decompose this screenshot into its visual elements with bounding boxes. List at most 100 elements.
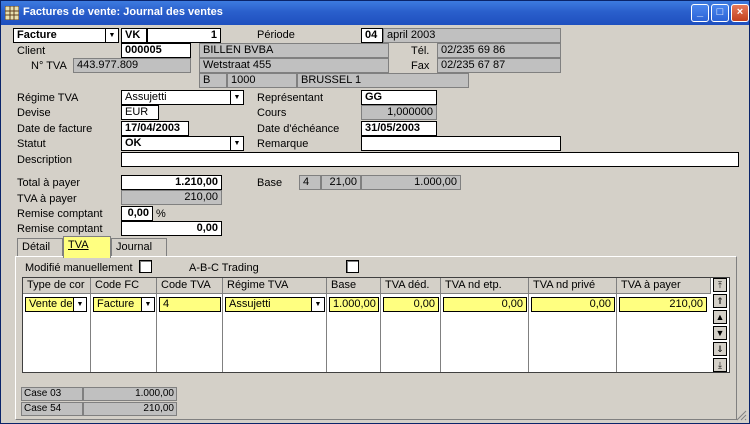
col-tva-payer: TVA à payer (617, 278, 711, 294)
grid-divider (380, 294, 381, 372)
chevron-down-icon[interactable]: ▼ (141, 298, 154, 311)
col-code-fc: Code FC (91, 278, 157, 294)
statut-select[interactable]: OK ▼ (121, 136, 244, 151)
echeance-field[interactable]: 31/05/2003 (361, 121, 437, 136)
fax-field: 02/235 67 87 (437, 58, 561, 73)
remise-pct-field[interactable]: 0,00 (121, 206, 153, 221)
modifie-checkbox[interactable] (139, 260, 152, 273)
base-rate-field: 21,00 (321, 175, 361, 190)
tel-label: Tél. (411, 45, 430, 57)
col-tva-nd-etp: TVA nd etp. (441, 278, 529, 294)
row-code-tva-field[interactable]: 4 (159, 297, 221, 312)
city-field: BRUSSEL 1 (297, 73, 469, 88)
first-record-icon[interactable]: ⤒ (713, 278, 727, 292)
echeance-label: Date d'échéance (257, 123, 340, 135)
remarque-label: Remarque (257, 138, 309, 150)
journal-field[interactable]: VK (121, 28, 147, 43)
statut-label: Statut (17, 138, 46, 150)
row-tva-ded-field[interactable]: 0,00 (383, 297, 439, 312)
page-down-icon[interactable]: ⇓ (713, 342, 727, 356)
row-tva-nd-etp-field[interactable]: 0,00 (443, 297, 527, 312)
client-code-field[interactable]: 000005 (121, 43, 191, 58)
row-code-fc-value: Facture (97, 298, 135, 310)
description-label: Description (17, 154, 73, 166)
row-type-select[interactable]: Vente de ▼ (25, 297, 87, 312)
chevron-down-icon[interactable]: ▼ (73, 298, 86, 311)
grid-divider (156, 294, 157, 372)
tel-field: 02/235 69 86 (437, 43, 561, 58)
last-record-icon[interactable]: ⤓ (713, 358, 727, 372)
tab-tva[interactable]: TVA (63, 236, 111, 258)
row-type-value: Vente de (29, 298, 73, 310)
next-record-icon[interactable]: ▼ (713, 326, 727, 340)
maximize-button[interactable]: □ (711, 4, 729, 22)
fax-label: Fax (411, 60, 430, 72)
col-tva-ded: TVA déd. (381, 278, 441, 294)
case-label: Case 03 (21, 387, 83, 401)
chevron-down-icon[interactable]: ▼ (230, 137, 243, 150)
row-code-fc-select[interactable]: Facture ▼ (93, 297, 155, 312)
doc-type-select[interactable]: Facture ▼ (13, 28, 119, 43)
cours-field: 1,000000 (361, 105, 437, 120)
remarque-field[interactable] (361, 136, 561, 151)
close-button[interactable]: × (731, 4, 749, 22)
resize-grip-icon[interactable] (735, 409, 747, 421)
grid-divider (90, 294, 91, 372)
chevron-down-icon[interactable]: ▼ (105, 29, 118, 42)
remise-amount-label: Remise comptant (17, 223, 103, 235)
description-field[interactable] (121, 152, 739, 167)
col-code-tva: Code TVA (157, 278, 223, 294)
regime-label: Régime TVA (17, 92, 79, 104)
client-label: Client (17, 45, 46, 57)
tab-journal[interactable]: Journal (111, 238, 167, 257)
col-base: Base (327, 278, 381, 294)
tab-detail[interactable]: Détail (17, 238, 63, 257)
total-field: 1.210,00 (121, 175, 222, 190)
sales-invoice-window: Factures de vente: Journal des ventes _ … (0, 0, 750, 424)
chevron-down-icon[interactable]: ▼ (311, 298, 324, 311)
invoice-number-field[interactable]: 1 (147, 28, 221, 43)
remise-pct-label: Remise comptant (17, 208, 103, 220)
representant-field[interactable]: GG (361, 90, 437, 105)
grid-divider (440, 294, 441, 372)
row-base-field[interactable]: 1.000,00 (329, 297, 379, 312)
row-tva-payer-field[interactable]: 210,00 (619, 297, 707, 312)
window-title: Factures de vente: Journal des ventes (23, 6, 223, 18)
tva-number-label: N° TVA (31, 60, 67, 72)
grid-divider (326, 294, 327, 372)
devise-field[interactable]: EUR (121, 105, 159, 120)
doc-type-value: Facture (17, 29, 57, 41)
case-label: Case 54 (21, 402, 83, 416)
title-bar[interactable]: Factures de vente: Journal des ventes _ … (1, 1, 749, 25)
base-code-field: 4 (299, 175, 321, 190)
total-label: Total à payer (17, 177, 80, 189)
remise-amount-field[interactable]: 0,00 (121, 221, 222, 236)
abc-trading-checkbox[interactable] (346, 260, 359, 273)
abc-trading-label: A-B-C Trading (189, 262, 259, 274)
grid-divider (616, 294, 617, 372)
chevron-down-icon[interactable]: ▼ (230, 91, 243, 104)
page-up-icon[interactable]: ⇑ (713, 294, 727, 308)
periode-label: Période (257, 29, 295, 41)
case-value: 210,00 (83, 402, 177, 416)
regime-select[interactable]: Assujetti ▼ (121, 90, 244, 105)
col-type: Type de cor (23, 278, 91, 294)
app-grid-icon (5, 6, 19, 20)
periode-code-field[interactable]: 04 (361, 28, 383, 43)
cours-label: Cours (257, 107, 287, 119)
modifie-label: Modifié manuellement (25, 262, 133, 274)
statut-value: OK (125, 137, 142, 149)
col-tva-nd-prive: TVA nd privé (529, 278, 617, 294)
col-regime: Régime TVA (223, 278, 327, 294)
row-tva-nd-prive-field[interactable]: 0,00 (531, 297, 615, 312)
tva-number-field: 443.977.809 (73, 58, 191, 73)
percent-sign: % (156, 208, 166, 220)
date-facture-field[interactable]: 17/04/2003 (121, 121, 189, 136)
minimize-button[interactable]: _ (691, 4, 709, 22)
row-regime-select[interactable]: Assujetti ▼ (225, 297, 325, 312)
grid-divider (222, 294, 223, 372)
regime-value: Assujetti (125, 91, 167, 103)
periode-text-field: april 2003 (383, 28, 561, 43)
prev-record-icon[interactable]: ▲ (713, 310, 727, 324)
street-field: Wetstraat 455 (199, 58, 389, 73)
